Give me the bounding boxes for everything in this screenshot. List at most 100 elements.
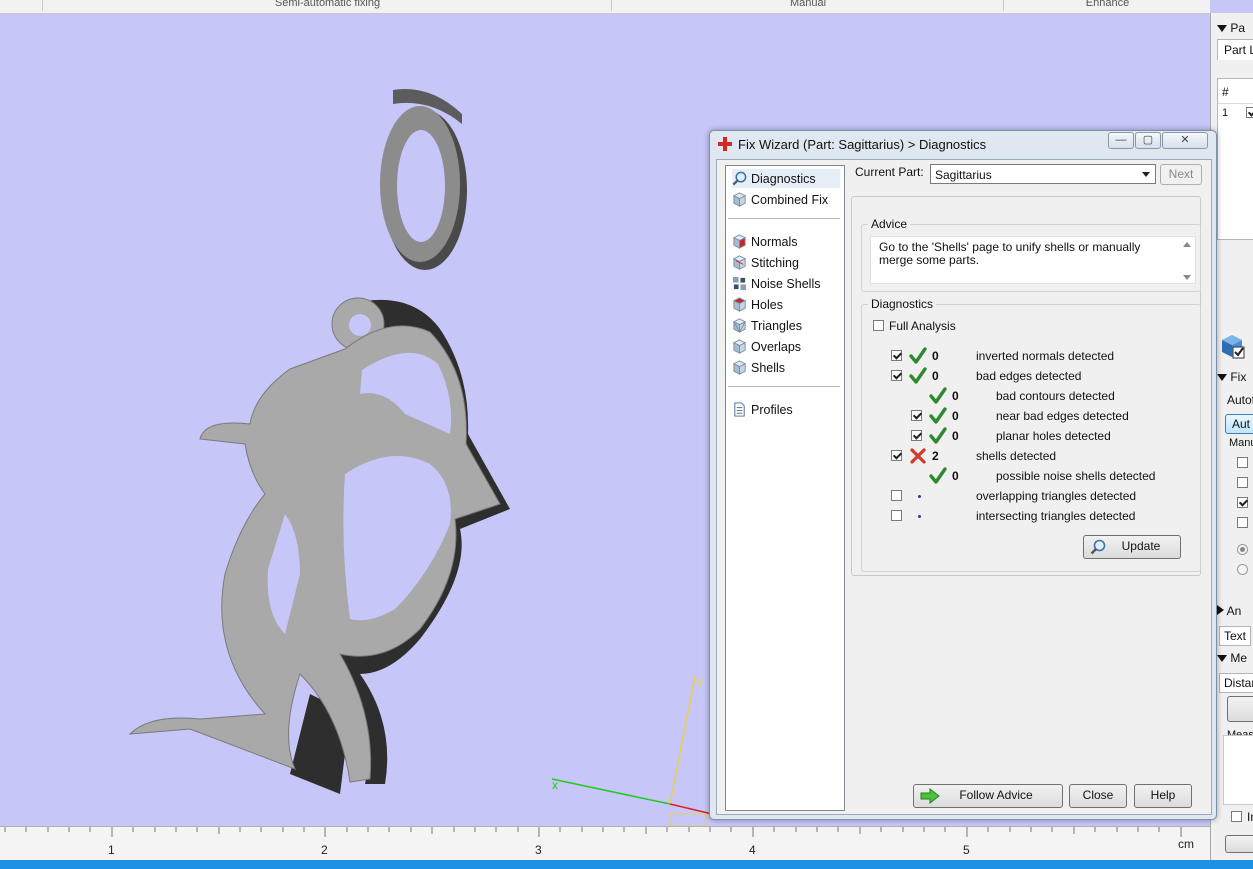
cube-icon xyxy=(732,192,747,207)
diagnostic-label: bad contours detected xyxy=(996,389,1115,403)
diagnostic-row: 0 bad edges detected xyxy=(862,367,1202,385)
fix-wizard-dialog[interactable]: Fix Wizard (Part: Sagittarius) > Diagnos… xyxy=(709,130,1217,820)
diagnostic-checkbox[interactable] xyxy=(911,410,922,421)
triangles-cube-icon xyxy=(732,318,747,333)
collapse-arrow-icon[interactable] xyxy=(1217,25,1227,32)
option-checkbox[interactable] xyxy=(1237,497,1248,508)
noise-shells-icon xyxy=(732,276,747,291)
diagnostic-label: overlapping triangles detected xyxy=(976,489,1137,503)
diagnostic-checkbox[interactable] xyxy=(911,430,922,441)
pending-dot-icon xyxy=(918,495,921,498)
follow-advice-button[interactable]: Follow Advice xyxy=(913,784,1063,808)
autofix-label: Autof xyxy=(1227,393,1253,407)
nav-item-combined-fix[interactable]: Combined Fix xyxy=(732,190,840,209)
option-checkbox[interactable] xyxy=(1237,457,1248,468)
diagnostic-row: 0 bad contours detected xyxy=(862,387,1202,405)
overlaps-cube-icon xyxy=(732,339,747,354)
measure-button[interactable] xyxy=(1227,696,1253,722)
me-panel-header[interactable]: Me xyxy=(1217,651,1247,665)
tab-part-list[interactable]: Part L xyxy=(1217,39,1253,60)
fix-panel-header[interactable]: Fix xyxy=(1217,370,1246,384)
manual-label: Manu xyxy=(1229,437,1253,449)
diagnostic-row: 0 planar holes detected xyxy=(862,427,1202,445)
holes-cube-icon xyxy=(732,297,747,312)
error-cross-icon xyxy=(909,447,927,465)
nav-item-noise-shells[interactable]: Noise Shells xyxy=(732,274,840,293)
part-visible-checkbox[interactable] xyxy=(1246,107,1253,118)
help-button[interactable]: Help xyxy=(1134,784,1192,808)
checkmark-icon xyxy=(929,387,947,405)
autofix-button[interactable]: Aut xyxy=(1225,414,1253,434)
maximize-button[interactable]: ▢ xyxy=(1135,132,1161,149)
diagnostic-checkbox[interactable] xyxy=(891,370,902,381)
option-radio[interactable] xyxy=(1237,564,1248,575)
advice-scrollbar[interactable] xyxy=(1181,240,1193,282)
close-button[interactable]: Close xyxy=(1069,784,1127,808)
diagnostic-label: bad edges detected xyxy=(976,369,1082,383)
parts-panel-header[interactable]: Pa xyxy=(1217,21,1245,35)
diagnostic-row: 2 shells detected xyxy=(862,447,1202,465)
diagnostic-row: 0 near bad edges detected xyxy=(862,407,1202,425)
diagnostic-label: near bad edges detected xyxy=(996,409,1129,423)
option-checkbox[interactable] xyxy=(1237,477,1248,488)
option-radio[interactable] xyxy=(1237,544,1248,555)
tab-enhance[interactable]: Enhance xyxy=(1003,0,1211,11)
scroll-up-icon[interactable] xyxy=(1183,242,1191,247)
nav-item-normals[interactable]: Normals xyxy=(732,232,840,251)
diagnostic-count: 0 xyxy=(952,389,959,403)
advice-title: Advice xyxy=(868,217,911,231)
ruler: 1 2 3 4 5 cm xyxy=(0,826,1210,861)
ruler-tick-label: 4 xyxy=(749,843,756,857)
diagnostic-checkbox[interactable] xyxy=(891,490,902,501)
current-part-select[interactable]: Sagittarius xyxy=(930,164,1156,184)
update-button[interactable]: Update xyxy=(1083,535,1181,559)
diagnostic-checkbox[interactable] xyxy=(891,450,902,461)
mode-tab-strip: Semi-automatic fixing Manual Enhance xyxy=(0,0,1210,14)
fix-tool-cube-icon[interactable] xyxy=(1219,333,1245,359)
expand-arrow-icon[interactable] xyxy=(1217,605,1224,615)
close-window-button[interactable]: ✕ xyxy=(1162,132,1208,149)
ruler-tick-label: 3 xyxy=(535,843,542,857)
diagnostic-checkbox[interactable] xyxy=(891,350,902,361)
diagnostic-row: 0 possible noise shells detected xyxy=(862,467,1202,485)
diagnostic-row: intersecting triangles detected xyxy=(862,507,1202,525)
tab-text[interactable]: Text xyxy=(1219,626,1252,646)
pending-dot-icon xyxy=(918,515,921,518)
document-icon xyxy=(734,402,745,417)
option-checkbox[interactable] xyxy=(1231,811,1242,822)
checkmark-icon xyxy=(929,467,947,485)
ruler-tick-label: 1 xyxy=(108,843,115,857)
diagnostic-checkbox[interactable] xyxy=(891,510,902,521)
nav-item-holes[interactable]: Holes xyxy=(732,295,840,314)
diagnostics-pane: Advice Go to the 'Shells' page to unify … xyxy=(851,196,1201,576)
option-checkbox[interactable] xyxy=(1237,517,1248,528)
collapse-arrow-icon[interactable] xyxy=(1217,655,1227,662)
full-analysis-checkbox[interactable] xyxy=(873,320,884,331)
y-axis-label: y xyxy=(697,674,703,688)
nav-item-shells[interactable]: Shells xyxy=(732,358,840,377)
nav-item-diagnostics[interactable]: Diagnostics xyxy=(732,169,840,188)
an-panel-header[interactable]: An xyxy=(1217,604,1241,618)
tab-distance[interactable]: Distan xyxy=(1219,673,1253,693)
scroll-down-icon[interactable] xyxy=(1183,275,1191,280)
next-button[interactable]: Next xyxy=(1160,164,1202,185)
collapse-arrow-icon[interactable] xyxy=(1217,374,1227,381)
diagnostic-count: 0 xyxy=(952,469,959,483)
shells-cube-icon xyxy=(732,360,747,375)
nav-item-profiles[interactable]: Profiles xyxy=(732,400,840,419)
nav-item-triangles[interactable]: Triangles xyxy=(732,316,840,335)
diagnostic-label: possible noise shells detected xyxy=(996,469,1156,483)
nav-item-stitching[interactable]: Stitching xyxy=(732,253,840,272)
diagnostic-count: 2 xyxy=(932,449,939,463)
diagnostic-label: planar holes detected xyxy=(996,429,1111,443)
panel-button[interactable] xyxy=(1225,835,1253,853)
tab-manual[interactable]: Manual xyxy=(611,0,1004,11)
table-header-index: # xyxy=(1222,85,1229,99)
diagnostic-label: shells detected xyxy=(976,449,1057,463)
part-list-table: # 1 xyxy=(1217,78,1253,240)
diagnostic-row: overlapping triangles detected xyxy=(862,487,1202,505)
nav-item-overlaps[interactable]: Overlaps xyxy=(732,337,840,356)
tab-semi-automatic-fixing[interactable]: Semi-automatic fixing xyxy=(42,0,612,11)
minimize-button[interactable]: — xyxy=(1108,132,1134,149)
ruler-unit: cm xyxy=(1178,837,1194,851)
